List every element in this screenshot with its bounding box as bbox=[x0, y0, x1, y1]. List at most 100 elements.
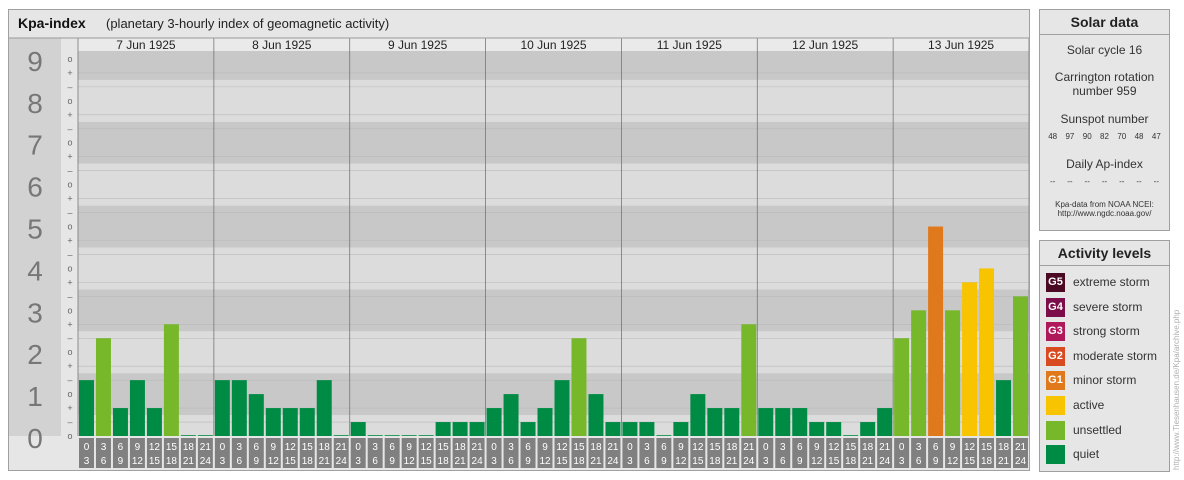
interval-end-label: 6 bbox=[508, 456, 514, 467]
kp-bar bbox=[894, 338, 910, 436]
sunspot-value: 47 bbox=[1151, 132, 1161, 141]
carrington-line1: Carrington rotation bbox=[1054, 70, 1155, 84]
y-tick-label: 8 bbox=[27, 88, 43, 119]
kp-bar bbox=[741, 324, 757, 436]
kp-bar bbox=[418, 435, 434, 436]
kp-bar bbox=[469, 422, 485, 436]
legend-swatch: G3 bbox=[1046, 322, 1065, 342]
interval-start-label: 12 bbox=[556, 442, 568, 453]
interval-end-label: 21 bbox=[455, 456, 467, 467]
y-minor-mark: – bbox=[67, 291, 72, 301]
solar-cycle: Solar cycle 16 bbox=[1066, 43, 1143, 57]
kp-bar bbox=[554, 380, 570, 436]
y-minor-mark: o bbox=[67, 431, 72, 441]
interval-end-label: 3 bbox=[84, 456, 90, 467]
interval-end-label: 3 bbox=[899, 456, 905, 467]
interval-start-label: 12 bbox=[421, 442, 433, 453]
y-tick-label: 7 bbox=[27, 130, 43, 161]
plot-band bbox=[78, 79, 1029, 122]
interval-end-label: 12 bbox=[132, 456, 144, 467]
interval-end-label: 24 bbox=[879, 456, 891, 467]
interval-end-label: 24 bbox=[743, 456, 755, 467]
y-minor-mark: + bbox=[67, 277, 72, 287]
legend-label: severe storm bbox=[1073, 299, 1143, 314]
interval-end-label: 3 bbox=[763, 456, 769, 467]
legend-label: extreme storm bbox=[1073, 275, 1150, 289]
kp-bar bbox=[1013, 296, 1028, 436]
interval-start-label: 18 bbox=[590, 442, 602, 453]
legend-swatch: G1 bbox=[1046, 371, 1065, 391]
plot-band bbox=[78, 121, 1029, 164]
interval-start-label: 21 bbox=[607, 442, 619, 453]
interval-start-label: 6 bbox=[389, 442, 395, 453]
interval-start-label: 3 bbox=[916, 442, 922, 453]
day-label: 8 Jun 1925 bbox=[252, 38, 312, 52]
interval-start-label: 21 bbox=[743, 442, 755, 453]
ap-value: -- bbox=[1067, 177, 1073, 186]
kp-bar bbox=[214, 380, 230, 436]
activity-levels-title: Activity levels bbox=[1040, 241, 1169, 266]
y-tick-label: 4 bbox=[27, 255, 43, 286]
legend-label: active bbox=[1073, 398, 1105, 412]
interval-end-label: 9 bbox=[118, 456, 124, 467]
interval-end-label: 15 bbox=[285, 456, 297, 467]
interval-start-label: 3 bbox=[644, 442, 650, 453]
kp-bar bbox=[520, 422, 536, 436]
interval-start-label: 15 bbox=[438, 442, 450, 453]
sunspot-value: 82 bbox=[1100, 132, 1109, 141]
sunspot-value: 70 bbox=[1117, 132, 1127, 141]
interval-end-label: 9 bbox=[525, 456, 531, 467]
interval-start-label: 15 bbox=[302, 442, 314, 453]
interval-start-label: 9 bbox=[950, 442, 956, 453]
y-minor-mark: o bbox=[67, 347, 72, 357]
kp-bar bbox=[401, 435, 417, 436]
interval-end-label: 18 bbox=[573, 456, 585, 467]
interval-end-label: 12 bbox=[404, 456, 416, 467]
y-minor-mark: – bbox=[67, 249, 72, 259]
kp-bar bbox=[673, 422, 689, 436]
kp-bar bbox=[605, 422, 621, 436]
kp-bar bbox=[299, 408, 315, 436]
interval-start-label: 9 bbox=[406, 442, 412, 453]
sunspot-value: 48 bbox=[1048, 132, 1058, 141]
y-minor-mark: o bbox=[67, 54, 72, 64]
interval-start-label: 3 bbox=[372, 442, 378, 453]
interval-end-label: 9 bbox=[933, 456, 939, 467]
interval-start-label: 0 bbox=[491, 442, 497, 453]
interval-end-label: 12 bbox=[947, 456, 959, 467]
y-tick-label: 6 bbox=[27, 172, 43, 203]
kp-bar bbox=[690, 394, 706, 436]
kp-bar bbox=[146, 408, 162, 436]
kp-bar bbox=[79, 380, 94, 436]
kp-bar bbox=[911, 310, 927, 436]
kp-bar bbox=[979, 268, 995, 436]
interval-start-label: 6 bbox=[797, 442, 803, 453]
interval-end-label: 6 bbox=[780, 456, 786, 467]
y-minor-mark: + bbox=[67, 403, 72, 413]
side-url: http://www.Tiesenhausen.de/Kpa/archive.p… bbox=[1172, 309, 1181, 470]
interval-end-label: 6 bbox=[101, 456, 107, 467]
interval-end-label: 15 bbox=[692, 456, 704, 467]
kp-bar bbox=[248, 394, 264, 436]
legend-swatch: G5 bbox=[1046, 273, 1065, 292]
interval-start-label: 12 bbox=[828, 442, 840, 453]
kpa-bar-chart: 0123456789–o–o+–o+–o+–o+–o+–o+–o+–o+o+7 … bbox=[9, 37, 1029, 468]
kp-bar bbox=[571, 338, 587, 436]
y-tick-label: 9 bbox=[27, 46, 43, 77]
sunspot-value: 90 bbox=[1082, 132, 1092, 141]
interval-start-label: 18 bbox=[862, 442, 874, 453]
kp-bar bbox=[928, 226, 944, 436]
kp-bar bbox=[503, 394, 519, 436]
kp-bar bbox=[265, 408, 281, 436]
interval-end-label: 3 bbox=[627, 456, 633, 467]
interval-start-label: 0 bbox=[355, 442, 361, 453]
interval-start-label: 18 bbox=[726, 442, 738, 453]
interval-start-label: 3 bbox=[508, 442, 514, 453]
interval-end-label: 6 bbox=[237, 456, 243, 467]
y-minor-mark: – bbox=[67, 333, 72, 343]
y-tick-label: 1 bbox=[27, 381, 43, 412]
y-tick-label: 2 bbox=[27, 339, 43, 370]
interval-end-label: 12 bbox=[268, 456, 280, 467]
interval-start-label: 3 bbox=[780, 442, 786, 453]
y-minor-mark: o bbox=[67, 389, 72, 399]
